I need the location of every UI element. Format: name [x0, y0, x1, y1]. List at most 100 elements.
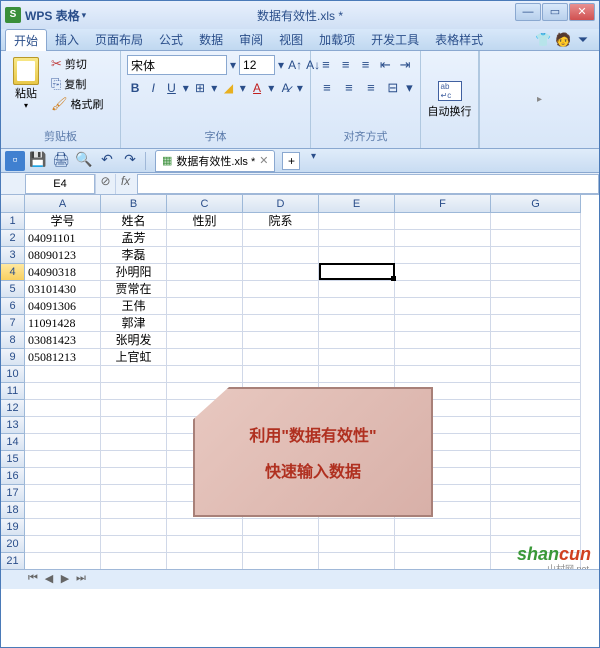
cell-A1[interactable]: 学号 — [25, 213, 101, 230]
border-dropdown[interactable]: ▾ — [210, 78, 218, 98]
cell-G11[interactable] — [491, 383, 581, 400]
cell-A21[interactable] — [25, 553, 101, 570]
row-header-12[interactable]: 12 — [1, 400, 25, 417]
cell-B5[interactable]: 贾常在 — [101, 281, 167, 298]
cell-G13[interactable] — [491, 417, 581, 434]
cell-F1[interactable] — [395, 213, 491, 230]
cell-G3[interactable] — [491, 247, 581, 264]
cell-E1[interactable] — [319, 213, 395, 230]
font-size-select[interactable] — [239, 55, 275, 75]
cell-B3[interactable]: 李磊 — [101, 247, 167, 264]
clear-dropdown[interactable]: ▾ — [296, 78, 304, 98]
cell-E2[interactable] — [319, 230, 395, 247]
redo-button[interactable]: ↷ — [120, 151, 140, 171]
cell-E10[interactable] — [319, 366, 395, 383]
cell-E3[interactable] — [319, 247, 395, 264]
cell-F21[interactable] — [395, 553, 491, 570]
row-header-9[interactable]: 9 — [1, 349, 25, 366]
cell-A19[interactable] — [25, 519, 101, 536]
cell-D5[interactable] — [243, 281, 319, 298]
cell-A16[interactable] — [25, 468, 101, 485]
ribbon-expand-icon[interactable]: ▸ — [537, 94, 542, 105]
row-header-7[interactable]: 7 — [1, 315, 25, 332]
indent-left-button[interactable]: ⇤ — [376, 55, 394, 75]
row-header-2[interactable]: 2 — [1, 230, 25, 247]
cell-A12[interactable] — [25, 400, 101, 417]
app-menu-dropdown[interactable]: ▾ — [82, 10, 87, 21]
last-sheet-button[interactable]: ⏭ — [73, 572, 89, 588]
cell-D9[interactable] — [243, 349, 319, 366]
cell-B1[interactable]: 姓名 — [101, 213, 167, 230]
row-header-14[interactable]: 14 — [1, 434, 25, 451]
cell-G17[interactable] — [491, 485, 581, 502]
border-button[interactable]: ⊞ — [192, 78, 208, 98]
cell-G5[interactable] — [491, 281, 581, 298]
cell-A7[interactable]: 11091428 — [25, 315, 101, 332]
merge-dropdown[interactable]: ▾ — [405, 78, 414, 98]
cell-C8[interactable] — [167, 332, 243, 349]
cell-A11[interactable] — [25, 383, 101, 400]
cell-D2[interactable] — [243, 230, 319, 247]
row-header-5[interactable]: 5 — [1, 281, 25, 298]
row-header-4[interactable]: 4 — [1, 264, 25, 281]
row-header-1[interactable]: 1 — [1, 213, 25, 230]
copy-button[interactable]: ⎘复制 — [49, 75, 106, 93]
paste-button[interactable]: 粘贴 ▾ — [7, 55, 45, 113]
row-header-8[interactable]: 8 — [1, 332, 25, 349]
cell-C19[interactable] — [167, 519, 243, 536]
cell-A15[interactable] — [25, 451, 101, 468]
cell-F3[interactable] — [395, 247, 491, 264]
formula-input[interactable] — [137, 174, 599, 194]
cell-A13[interactable] — [25, 417, 101, 434]
cell-F2[interactable] — [395, 230, 491, 247]
cell-D1[interactable]: 院系 — [243, 213, 319, 230]
help-icon[interactable]: 🧑 — [555, 32, 571, 48]
cell-G8[interactable] — [491, 332, 581, 349]
cell-B9[interactable]: 上官虹 — [101, 349, 167, 366]
underline-button[interactable]: U — [163, 78, 179, 98]
cell-E4[interactable] — [319, 264, 395, 281]
cell-G18[interactable] — [491, 502, 581, 519]
cell-G16[interactable] — [491, 468, 581, 485]
align-right-button[interactable]: ≡ — [361, 78, 381, 98]
cell-B11[interactable] — [101, 383, 167, 400]
column-header-A[interactable]: A — [25, 195, 101, 213]
align-center-button[interactable]: ≡ — [339, 78, 359, 98]
prev-sheet-button[interactable]: ◀ — [41, 572, 57, 588]
cell-E8[interactable] — [319, 332, 395, 349]
row-header-18[interactable]: 18 — [1, 502, 25, 519]
cell-E20[interactable] — [319, 536, 395, 553]
cell-F7[interactable] — [395, 315, 491, 332]
cell-B8[interactable]: 张明发 — [101, 332, 167, 349]
wrap-text-button[interactable]: 自动换行 — [428, 81, 472, 119]
cell-B21[interactable] — [101, 553, 167, 570]
font-color-button[interactable]: A — [249, 78, 265, 98]
select-all-corner[interactable] — [1, 195, 25, 213]
cell-G1[interactable] — [491, 213, 581, 230]
cell-C3[interactable] — [167, 247, 243, 264]
column-header-E[interactable]: E — [319, 195, 395, 213]
cell-C1[interactable]: 性别 — [167, 213, 243, 230]
fx-button[interactable]: fx — [115, 174, 135, 194]
menu-home[interactable]: 开始 — [5, 29, 47, 51]
align-left-button[interactable]: ≡ — [317, 78, 337, 98]
cell-E9[interactable] — [319, 349, 395, 366]
cell-C7[interactable] — [167, 315, 243, 332]
menu-addins[interactable]: 加载项 — [311, 29, 363, 50]
menu-table-styles[interactable]: 表格样式 — [427, 29, 491, 50]
grow-font-button[interactable]: A↑ — [287, 55, 303, 75]
next-sheet-button[interactable]: ▶ — [57, 572, 73, 588]
row-header-13[interactable]: 13 — [1, 417, 25, 434]
callout-shape[interactable]: 利用"数据有效性" 快速输入数据 — [193, 387, 433, 517]
row-header-6[interactable]: 6 — [1, 298, 25, 315]
cell-B7[interactable]: 郭津 — [101, 315, 167, 332]
cell-E21[interactable] — [319, 553, 395, 570]
cell-A10[interactable] — [25, 366, 101, 383]
menu-page-layout[interactable]: 页面布局 — [87, 29, 151, 50]
italic-button[interactable]: I — [145, 78, 161, 98]
cell-F6[interactable] — [395, 298, 491, 315]
cell-A18[interactable] — [25, 502, 101, 519]
align-bottom-button[interactable]: ≡ — [357, 55, 375, 75]
cell-A20[interactable] — [25, 536, 101, 553]
cell-G12[interactable] — [491, 400, 581, 417]
